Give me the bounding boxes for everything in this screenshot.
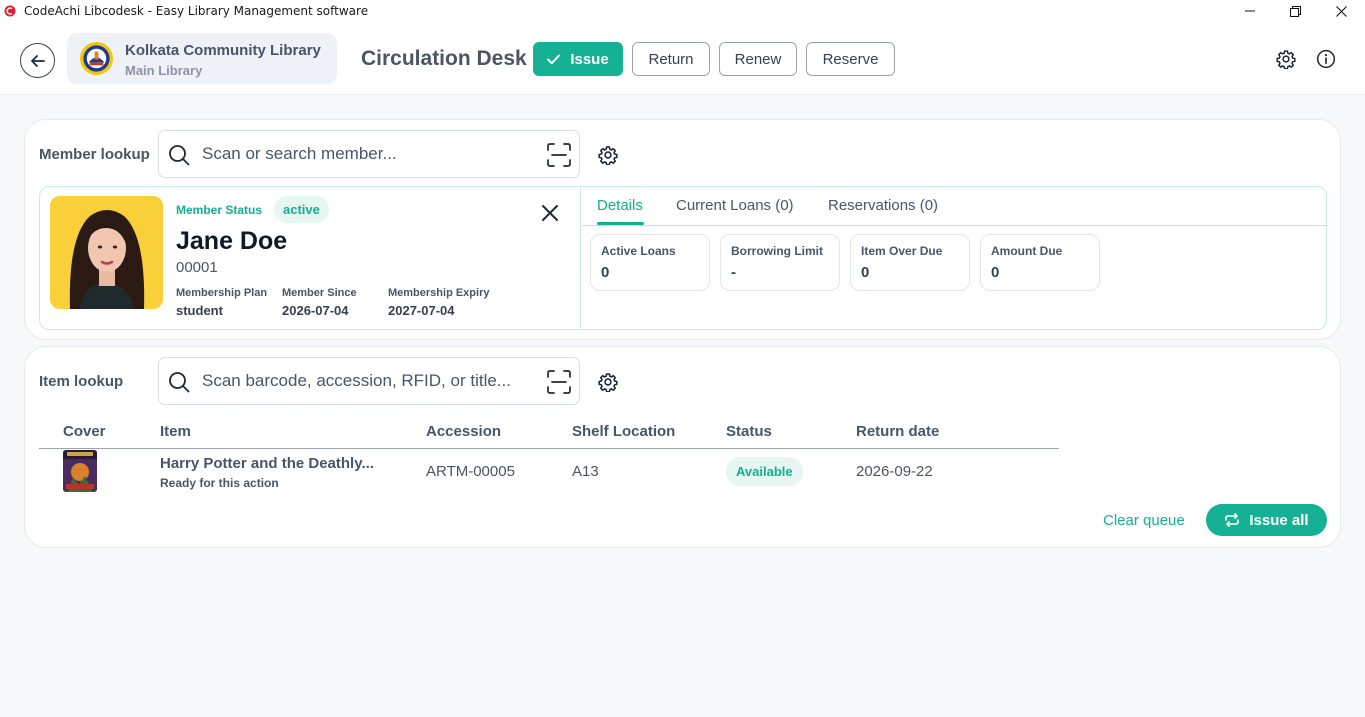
issue-mode-button[interactable]: Issue <box>533 42 623 76</box>
back-button[interactable] <box>20 43 55 78</box>
renew-mode-button[interactable]: Renew <box>719 42 797 76</box>
issue-mode-label: Issue <box>570 50 609 68</box>
member-tabs: Details Current Loans (0) Reservations (… <box>582 187 1327 226</box>
stat-active-loans: Active Loans 0 <box>590 234 710 291</box>
window-title-bar: CodeAchi Libcodesk - Easy Library Manage… <box>0 0 1365 22</box>
restore-icon <box>1289 5 1301 17</box>
minimize-button[interactable] <box>1227 0 1273 22</box>
membership-plan-value: student <box>176 303 223 318</box>
item-accession: ARTM-00005 <box>426 463 515 480</box>
clear-queue-button[interactable]: Clear queue <box>1103 512 1185 529</box>
return-mode-button[interactable]: Return <box>632 42 710 76</box>
item-shelf-location: A13 <box>572 463 599 480</box>
column-header-cover: Cover <box>63 423 106 440</box>
library-logo-icon <box>79 41 114 76</box>
member-since-label: Member Since <box>282 287 357 299</box>
tab-current-loans[interactable]: Current Loans (0) <box>676 197 794 214</box>
stat-label: Borrowing Limit <box>731 244 823 258</box>
app-header: Kolkata Community Library Main Library C… <box>0 22 1365 95</box>
info-icon[interactable] <box>1316 49 1336 69</box>
active-tab-indicator <box>597 222 644 225</box>
stat-value: 0 <box>601 264 610 281</box>
membership-expiry-label: Membership Expiry <box>388 287 490 299</box>
tab-reservations[interactable]: Reservations (0) <box>828 197 938 214</box>
library-branch: Main Library <box>125 63 203 78</box>
stat-borrowing-limit: Borrowing Limit - <box>720 234 840 291</box>
column-header-item: Item <box>160 423 191 440</box>
check-icon <box>547 54 561 64</box>
item-search-input[interactable] <box>202 368 532 394</box>
library-name: Kolkata Community Library <box>125 42 321 59</box>
stat-value: - <box>731 264 736 281</box>
reserve-mode-label: Reserve <box>822 50 879 68</box>
column-header-accession: Accession <box>426 423 502 440</box>
close-window-button[interactable] <box>1318 0 1364 22</box>
member-search-input[interactable] <box>202 141 532 167</box>
member-name: Jane Doe <box>176 227 288 255</box>
clear-member-icon[interactable] <box>541 204 559 222</box>
item-lookup-settings-icon[interactable] <box>598 372 618 392</box>
member-search-box <box>158 130 580 178</box>
membership-expiry-value: 2027-07-04 <box>388 303 455 318</box>
back-arrow-icon <box>30 54 45 67</box>
scan-barcode-icon[interactable] <box>547 370 571 394</box>
stat-label: Item Over Due <box>861 244 943 258</box>
stat-label: Amount Due <box>991 244 1063 258</box>
window-title: CodeAchi Libcodesk - Easy Library Manage… <box>24 4 369 18</box>
item-note: Ready for this action <box>160 476 279 490</box>
minimize-icon <box>1245 10 1255 12</box>
member-status-label: Member Status <box>176 203 263 217</box>
stat-amount-due: Amount Due 0 <box>980 234 1100 291</box>
stat-value: 0 <box>861 264 870 281</box>
item-title: Harry Potter and the Deathly... <box>160 455 374 472</box>
stat-label: Active Loans <box>601 244 676 258</box>
page-title: Circulation Desk <box>361 47 527 70</box>
member-lookup-card: Member lookup Mem <box>24 119 1341 340</box>
item-return-date: 2026-09-22 <box>856 463 933 480</box>
membership-plan-label: Membership Plan <box>176 287 268 299</box>
member-status-badge: active <box>274 196 329 223</box>
column-header-return-date: Return date <box>856 423 940 440</box>
member-avatar <box>50 196 163 309</box>
tab-details[interactable]: Details <box>597 197 643 214</box>
item-search-box <box>158 357 580 405</box>
stat-value: 0 <box>991 264 1000 281</box>
item-status-badge: Available <box>726 457 803 486</box>
reserve-mode-button[interactable]: Reserve <box>806 42 895 76</box>
renew-mode-label: Renew <box>734 50 782 68</box>
close-icon <box>1335 5 1347 17</box>
search-icon <box>169 372 190 393</box>
column-header-status: Status <box>726 423 772 440</box>
library-selector[interactable]: Kolkata Community Library Main Library <box>67 33 337 84</box>
settings-icon[interactable] <box>1276 49 1296 69</box>
member-panel: Member Status active Jane Doe 00001 Memb… <box>39 186 1327 330</box>
member-id: 00001 <box>176 259 218 276</box>
table-header-divider <box>39 448 1059 449</box>
column-header-shelf-location: Shelf Location <box>572 423 676 440</box>
restore-button[interactable] <box>1272 0 1318 22</box>
item-lookup-label: Item lookup <box>39 373 124 390</box>
app-logo-icon <box>4 5 16 17</box>
scan-barcode-icon[interactable] <box>547 143 571 167</box>
book-cover-image <box>63 450 97 492</box>
stat-item-over-due: Item Over Due 0 <box>850 234 970 291</box>
search-icon <box>169 145 190 166</box>
member-lookup-label: Member lookup <box>39 146 150 163</box>
issue-all-button[interactable]: Issue all <box>1206 504 1327 536</box>
member-profile: Member Status active Jane Doe 00001 Memb… <box>40 187 581 329</box>
item-lookup-card: Item lookup Cover Item Accession Shelf L… <box>24 346 1341 548</box>
member-lookup-settings-icon[interactable] <box>598 145 618 165</box>
issue-all-label: Issue all <box>1249 511 1309 529</box>
return-mode-label: Return <box>648 50 694 68</box>
member-since-value: 2026-07-04 <box>282 303 349 318</box>
repeat-icon <box>1225 513 1240 527</box>
